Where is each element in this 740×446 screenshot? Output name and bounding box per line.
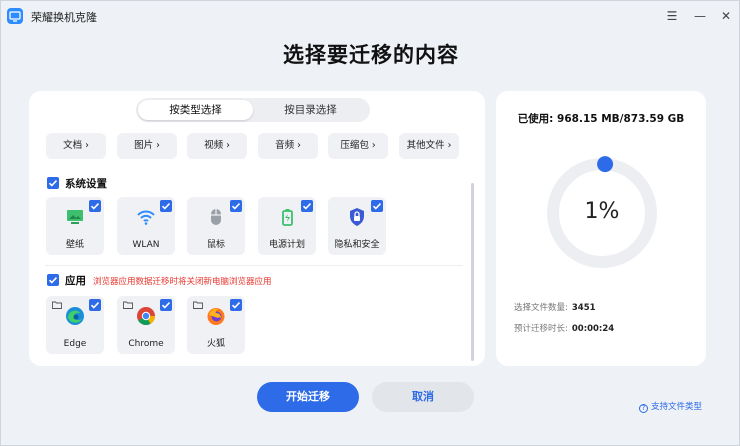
- edge-checkbox[interactable]: [89, 299, 101, 311]
- chrome-icon: [136, 306, 156, 326]
- firefox-checkbox[interactable]: [230, 299, 242, 311]
- folder-icon: [52, 301, 62, 309]
- estimated-time-label: 预计迁移时长:: [514, 324, 568, 334]
- page-title: 选择要迁移的内容: [283, 43, 459, 67]
- close-icon[interactable]: ✕: [717, 7, 735, 25]
- wlan-checkbox[interactable]: [160, 200, 172, 212]
- file-count-label: 选择文件数量:: [514, 303, 568, 313]
- lock-icon: [347, 207, 367, 227]
- progress-indicator: [597, 156, 614, 173]
- edge-icon: [65, 306, 85, 326]
- app-title: 荣耀换机克隆: [31, 11, 97, 24]
- mouse-label: 鼠标: [206, 240, 225, 250]
- edge-label: Edge: [63, 339, 87, 349]
- apps-checkbox[interactable]: [47, 274, 59, 286]
- item-mouse[interactable]: 鼠标: [187, 197, 245, 255]
- start-migration-button[interactable]: 开始迁移: [257, 382, 359, 412]
- category-documents[interactable]: 文档 ›: [46, 133, 106, 159]
- item-chrome[interactable]: Chrome: [117, 296, 175, 354]
- system-settings-checkbox[interactable]: [47, 177, 59, 189]
- estimated-time-value: 00:00:24: [571, 324, 615, 334]
- item-power-plan[interactable]: 电源计划: [258, 197, 316, 255]
- item-firefox[interactable]: 火狐: [187, 296, 245, 354]
- mouse-checkbox[interactable]: [230, 200, 242, 212]
- storage-used: 已使用: 968.15 MB/873.59 GB: [517, 113, 685, 125]
- folder-icon: [123, 301, 133, 309]
- supported-file-types-label: 支持文件类型: [651, 402, 703, 412]
- title-bar: 荣耀换机克隆 ☰ — ✕: [1, 1, 740, 31]
- minimize-icon[interactable]: —: [691, 7, 709, 25]
- browser-warning: 浏览器应用数据迁移时将关闭新电脑浏览器应用: [93, 277, 272, 287]
- item-wallpaper[interactable]: 壁纸: [46, 197, 104, 255]
- firefox-label: 火狐: [206, 339, 225, 349]
- app-logo-icon: [7, 8, 23, 24]
- section-divider: [45, 265, 463, 266]
- cancel-button[interactable]: 取消: [372, 382, 474, 412]
- estimated-time: 预计迁移时长: 00:00:24: [514, 322, 614, 334]
- battery-icon: [277, 207, 297, 227]
- item-privacy-security[interactable]: 隐私和安全: [328, 197, 386, 255]
- wallpaper-icon: [65, 207, 85, 227]
- item-edge[interactable]: Edge: [46, 296, 104, 354]
- category-videos[interactable]: 视频 ›: [187, 133, 247, 159]
- power-plan-label: 电源计划: [268, 240, 305, 250]
- file-count: 选择文件数量: 3451: [514, 301, 596, 313]
- tab-by-directory[interactable]: 按目录选择: [253, 100, 368, 120]
- power-plan-checkbox[interactable]: [301, 200, 313, 212]
- wallpaper-checkbox[interactable]: [89, 200, 101, 212]
- mouse-icon: [206, 207, 226, 227]
- selection-mode-tabs: 按类型选择 按目录选择: [136, 98, 370, 122]
- help-icon: ?: [639, 404, 648, 413]
- wifi-icon: [136, 207, 156, 227]
- tab-by-type[interactable]: 按类型选择: [138, 100, 253, 120]
- wallpaper-label: 壁纸: [65, 240, 84, 250]
- category-archives[interactable]: 压缩包 ›: [328, 133, 388, 159]
- app-window: 荣耀换机克隆 ☰ — ✕ 选择要迁移的内容 按类型选择 按目录选择 文档 › 图…: [0, 0, 740, 446]
- wlan-label: WLAN: [132, 240, 160, 250]
- privacy-security-checkbox[interactable]: [371, 200, 383, 212]
- category-other-files[interactable]: 其他文件 ›: [399, 133, 459, 159]
- system-settings-title: 系统设置: [65, 178, 107, 190]
- firefox-icon: [206, 306, 226, 326]
- supported-file-types-link[interactable]: ? 支持文件类型: [639, 400, 702, 413]
- progress-percent: 1%: [584, 199, 620, 224]
- chrome-checkbox[interactable]: [160, 299, 172, 311]
- apps-title: 应用: [65, 275, 86, 287]
- content-scrollbar[interactable]: [471, 183, 474, 361]
- chrome-label: Chrome: [128, 339, 164, 349]
- category-pictures[interactable]: 图片 ›: [117, 133, 177, 159]
- file-count-value: 3451: [571, 303, 596, 313]
- privacy-security-label: 隐私和安全: [334, 240, 380, 250]
- category-audio[interactable]: 音频 ›: [258, 133, 318, 159]
- settings-menu-icon[interactable]: ☰: [663, 7, 681, 25]
- folder-icon: [193, 301, 203, 309]
- item-wlan[interactable]: WLAN: [117, 197, 175, 255]
